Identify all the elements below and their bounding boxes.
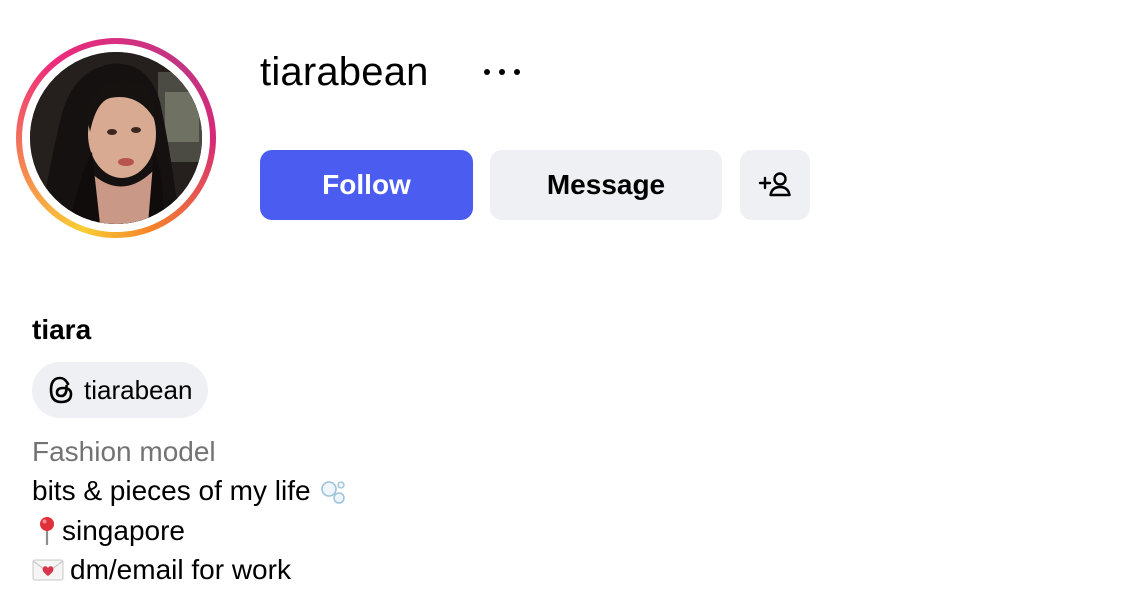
bio-line: dm/email for work [32,552,291,588]
bio-text: bits & pieces of my life [32,475,311,506]
more-options-button[interactable] [470,52,534,92]
avatar[interactable] [30,52,202,224]
threads-link-chip[interactable]: tiarabean [32,362,209,418]
profile-username: tiarabean [260,50,429,94]
bio-line: bits & pieces of my life [32,473,351,509]
threads-handle: tiarabean [84,375,193,405]
message-button[interactable]: Message [490,150,722,220]
bio-text: singapore [62,515,185,546]
follow-button[interactable]: Follow [260,150,473,220]
bubbles-emoji [320,481,345,504]
bio-text: dm/email for work [70,554,291,585]
suggest-accounts-button[interactable] [740,150,810,220]
add-person-icon [758,172,791,197]
profile-display-name: tiara [32,314,92,345]
bio-line: singapore [32,513,185,549]
more-options-icon [484,69,490,75]
profile-avatar-ring[interactable] [16,38,216,238]
avatar-photo [30,52,202,224]
threads-icon [49,376,73,404]
profile-category: Fashion model [32,436,216,467]
more-options-icon-dot [499,69,505,75]
more-options-icon-dot [514,69,520,75]
round-pushpin-emoji [40,517,54,545]
love-letter-emoji [32,559,64,581]
